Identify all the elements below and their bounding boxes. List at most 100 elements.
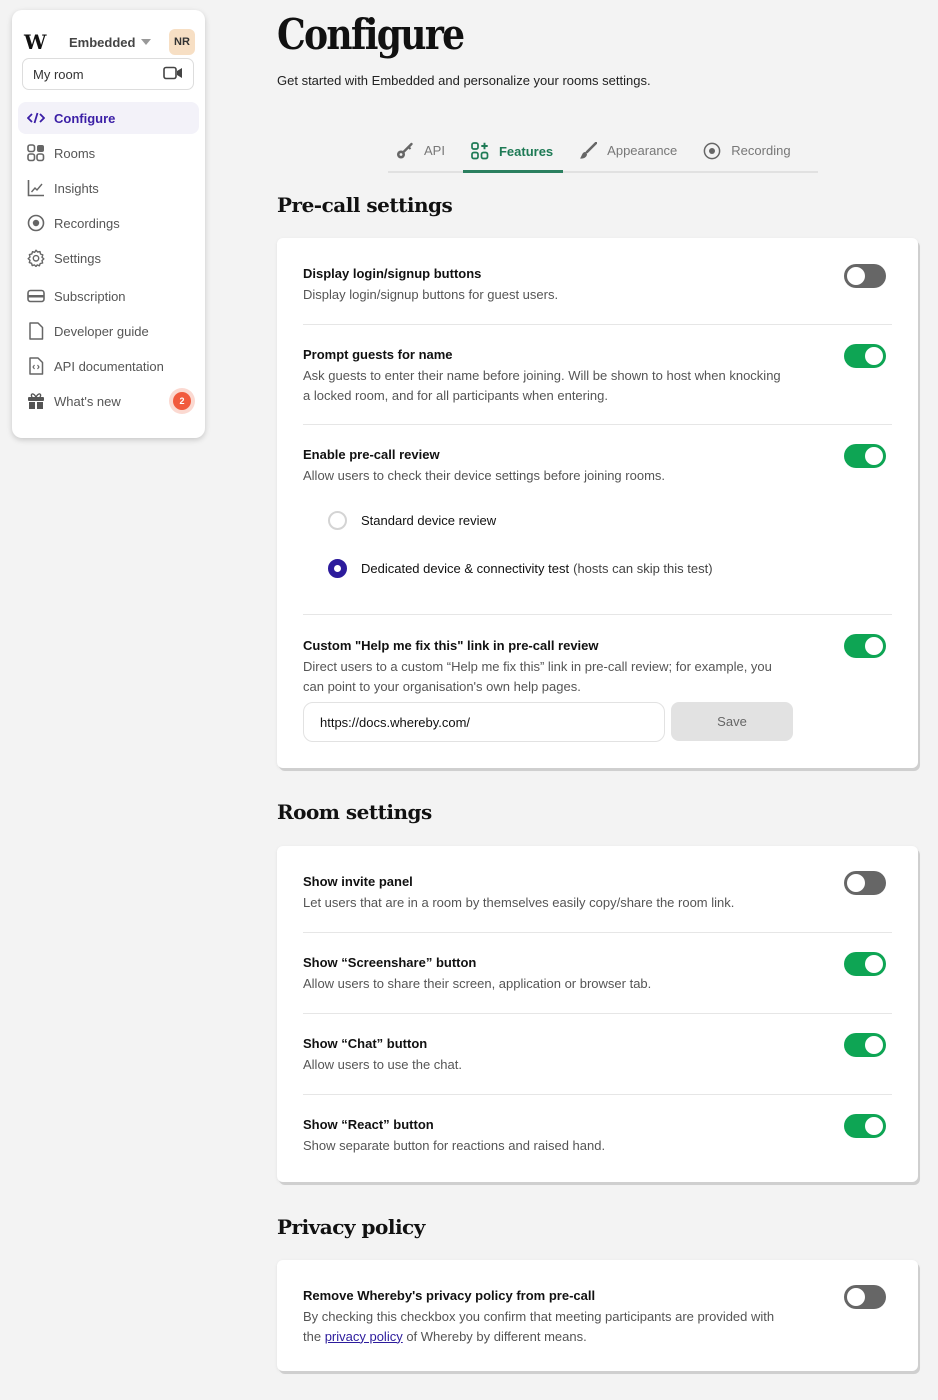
toggle-knob xyxy=(864,1116,884,1136)
radio-button-selected[interactable] xyxy=(328,558,347,578)
document-icon xyxy=(26,321,46,341)
setting-description: Let users that are in a room by themselv… xyxy=(303,895,735,910)
sidebar-item-label: Subscription xyxy=(54,288,126,304)
setting-row-chat: Show “Chat” button Allow users to use th… xyxy=(303,1014,892,1095)
radio-option-dedicated[interactable]: Dedicated device & connectivity test (ho… xyxy=(303,558,892,578)
privacy-policy-link[interactable]: privacy policy xyxy=(325,1329,403,1344)
setting-description: Allow users to use the chat. xyxy=(303,1057,462,1072)
privacy-policy-card: Remove Whereby's privacy policy from pre… xyxy=(277,1260,918,1371)
sidebar-item-developer-guide[interactable]: Developer guide xyxy=(18,315,199,347)
setting-title: Prompt guests for name xyxy=(303,347,453,362)
room-selector-label: My room xyxy=(33,66,84,82)
sidebar: W Embedded NR My room Configure Rooms In… xyxy=(12,10,205,438)
toggle-knob xyxy=(846,266,866,286)
setting-title: Custom "Help me fix this" link in pre-ca… xyxy=(303,638,599,653)
sidebar-item-label: Insights xyxy=(54,180,99,196)
record-icon xyxy=(703,142,721,160)
section-title-room: Room settings xyxy=(277,800,432,824)
toggle-knob xyxy=(846,873,866,893)
code-icon xyxy=(26,108,46,128)
sidebar-nav: Configure Rooms Insights Recordings Sett… xyxy=(18,102,199,420)
setting-title: Show “React” button xyxy=(303,1117,434,1132)
tab-appearance[interactable]: Appearance xyxy=(571,130,687,171)
chevron-down-icon[interactable] xyxy=(141,39,152,45)
tab-features[interactable]: Features xyxy=(462,130,564,173)
gear-icon xyxy=(26,248,46,268)
toggle-precall-review[interactable] xyxy=(844,444,886,468)
help-link-url-input[interactable] xyxy=(303,702,665,742)
toggle-react[interactable] xyxy=(844,1114,886,1138)
rooms-grid-icon xyxy=(26,143,46,163)
save-button[interactable]: Save xyxy=(671,702,793,741)
radio-option-standard[interactable]: Standard device review xyxy=(303,510,892,530)
setting-description: Allow users to check their device settin… xyxy=(303,468,666,483)
setting-row-prompt-name: Prompt guests for name Ask guests to ent… xyxy=(303,325,892,425)
sidebar-item-configure[interactable]: Configure xyxy=(18,102,199,134)
sidebar-item-rooms[interactable]: Rooms xyxy=(18,137,199,169)
section-title-precall: Pre-call settings xyxy=(277,193,453,217)
room-settings-card: Show invite panel Let users that are in … xyxy=(277,846,918,1182)
setting-description: Ask guests to enter their name before jo… xyxy=(303,368,781,403)
page-subtitle: Get started with Embedded and personaliz… xyxy=(277,73,651,88)
org-switcher[interactable]: Embedded xyxy=(69,35,135,50)
tab-api[interactable]: API xyxy=(388,130,455,171)
precall-settings-card: Display login/signup buttons Display log… xyxy=(277,238,918,768)
sidebar-item-label: Recordings xyxy=(54,215,120,231)
tab-label: Features xyxy=(498,143,554,159)
key-icon xyxy=(396,142,414,160)
sidebar-item-insights[interactable]: Insights xyxy=(18,172,199,204)
toggle-knob xyxy=(846,1287,866,1307)
sidebar-item-subscription[interactable]: Subscription xyxy=(18,280,199,312)
toggle-knob xyxy=(864,1035,884,1055)
sidebar-item-api-documentation[interactable]: API documentation xyxy=(18,350,199,382)
sidebar-item-label: Developer guide xyxy=(54,323,149,339)
avatar[interactable]: NR xyxy=(169,29,195,55)
code-file-icon xyxy=(26,356,46,376)
sidebar-item-settings[interactable]: Settings xyxy=(18,242,199,274)
toggle-help-link[interactable] xyxy=(844,634,886,658)
radio-button[interactable] xyxy=(328,510,347,530)
toggle-remove-privacy-policy[interactable] xyxy=(844,1285,886,1309)
setting-row-invite-panel: Show invite panel Let users that are in … xyxy=(303,846,892,933)
setting-row-privacy-policy: Remove Whereby's privacy policy from pre… xyxy=(303,1260,892,1371)
features-grid-icon xyxy=(471,142,489,160)
setting-row-help-link: Custom "Help me fix this" link in pre-ca… xyxy=(303,615,892,768)
notification-badge: 2 xyxy=(173,392,191,410)
sidebar-header: W Embedded NR xyxy=(24,22,195,62)
sidebar-item-label: Configure xyxy=(54,110,116,126)
chart-line-icon xyxy=(26,178,46,198)
setting-description: Show separate button for reactions and r… xyxy=(303,1138,606,1153)
toggle-login-signup[interactable] xyxy=(844,264,886,288)
gift-icon xyxy=(26,391,46,411)
radio-note: (hosts can skip this test) xyxy=(573,560,713,576)
room-selector[interactable]: My room xyxy=(22,58,194,90)
toggle-knob xyxy=(864,954,884,974)
sidebar-item-recordings[interactable]: Recordings xyxy=(18,207,199,239)
setting-description: Display login/signup buttons for guest u… xyxy=(303,287,559,302)
tab-recording[interactable]: Recording xyxy=(695,130,800,171)
tab-label: Appearance xyxy=(607,143,678,158)
sidebar-item-label: API documentation xyxy=(54,358,164,374)
tab-label: Recording xyxy=(731,143,791,158)
toggle-knob xyxy=(864,346,884,366)
brush-icon xyxy=(579,141,598,160)
toggle-knob xyxy=(864,636,884,656)
section-title-privacy: Privacy policy xyxy=(277,1215,425,1239)
toggle-prompt-name[interactable] xyxy=(844,344,886,368)
toggle-chat[interactable] xyxy=(844,1033,886,1057)
toggle-invite-panel[interactable] xyxy=(844,871,886,895)
page-title: Configure xyxy=(277,10,465,59)
setting-row-precall-review: Enable pre-call review Allow users to ch… xyxy=(303,425,892,615)
setting-row-login-signup: Display login/signup buttons Display log… xyxy=(303,238,892,325)
credit-card-icon xyxy=(26,286,46,306)
setting-description: By checking this checkbox you confirm th… xyxy=(303,1307,793,1346)
sidebar-item-label: Rooms xyxy=(54,145,96,161)
sidebar-item-whats-new[interactable]: What's new 2 xyxy=(18,385,199,417)
desc-text: of Whereby by different means. xyxy=(402,1328,587,1344)
sidebar-item-label: Settings xyxy=(54,250,101,266)
tab-bar: API Features Appearance Recording xyxy=(388,130,818,173)
setting-description: Direct users to a custom “Help me fix th… xyxy=(303,659,772,694)
toggle-knob xyxy=(864,446,884,466)
toggle-screenshare[interactable] xyxy=(844,952,886,976)
radio-label: Dedicated device & connectivity test xyxy=(361,560,570,576)
